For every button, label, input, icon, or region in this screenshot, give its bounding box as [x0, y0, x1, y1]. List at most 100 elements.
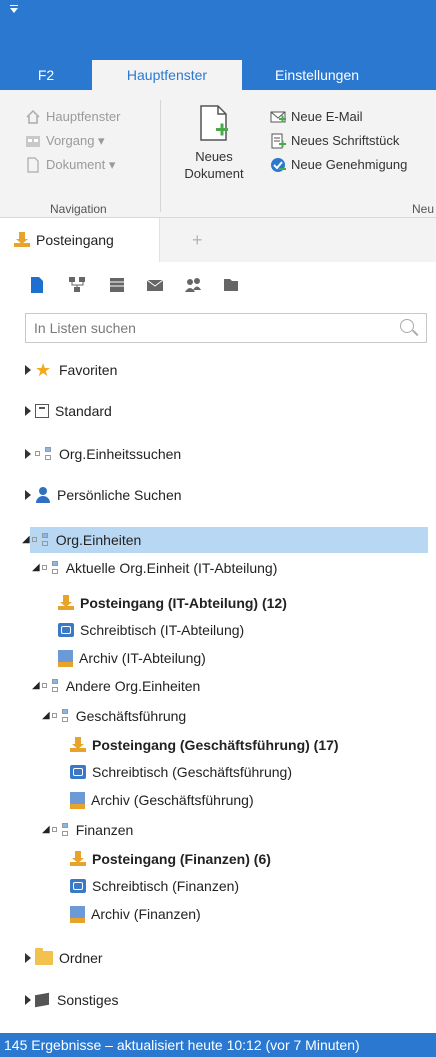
tab-posteingang-label: Posteingang [36, 232, 114, 248]
tab-posteingang[interactable]: Posteingang [0, 218, 160, 262]
tree-item-org-einheiten[interactable]: ◢ Org.Einheiten [22, 527, 141, 553]
tree-label: Org.Einheitssuchen [59, 446, 182, 462]
expand-arrow-icon[interactable] [25, 365, 31, 375]
tree-item-gf-schreibtisch[interactable]: Schreibtisch (Geschäftsführung) [70, 759, 292, 785]
tree-label: Geschäftsführung [75, 708, 187, 724]
inbox-icon [70, 851, 86, 867]
tree-item-ordner[interactable]: Ordner [25, 945, 103, 971]
tab-einstellungen[interactable]: Einstellungen [242, 60, 392, 90]
nav-vorgang-button[interactable]: Vorgang ▾ [25, 130, 105, 152]
nav-dokument-button[interactable]: Dokument ▾ [25, 154, 115, 176]
tree-item-fin-schreibtisch[interactable]: Schreibtisch (Finanzen) [70, 873, 239, 899]
quick-access-dropdown-icon[interactable] [10, 8, 18, 13]
tab-f2[interactable]: F2 [0, 60, 92, 90]
tree-label: Schreibtisch (IT-Abteilung) [80, 622, 245, 638]
tree-label: Finanzen [75, 822, 134, 838]
tree-item-gf-posteingang[interactable]: Posteingang (Geschäftsführung) (17) [70, 732, 339, 758]
tree-label: Schreibtisch (Geschäftsführung) [92, 764, 292, 780]
org-unit-icon [41, 679, 60, 693]
tree-item-gf-archiv[interactable]: Archiv (Geschäftsführung) [70, 787, 254, 813]
desk-icon [58, 623, 74, 637]
archive-icon [70, 905, 85, 923]
collapse-arrow-icon[interactable]: ◢ [32, 673, 40, 699]
tab-hauptfenster[interactable]: Hauptfenster [92, 60, 242, 90]
mail-filter-icon[interactable] [146, 276, 164, 294]
tree-item-standard[interactable]: Standard [25, 398, 112, 424]
new-approval-label: Neue Genehmigung [291, 157, 408, 172]
misc-icon [35, 992, 51, 1008]
expand-arrow-icon[interactable] [25, 953, 31, 963]
tree-item-fin-posteingang[interactable]: Posteingang (Finanzen) (6) [70, 846, 271, 872]
add-tab-button[interactable]: + [192, 230, 203, 251]
new-document-icon [199, 104, 229, 142]
new-approval-button[interactable]: Neue Genehmigung [270, 154, 407, 176]
document-icon [25, 157, 41, 173]
search-icon[interactable] [400, 319, 414, 333]
archive-icon [70, 791, 85, 809]
search-input[interactable] [26, 314, 386, 342]
new-document-button[interactable]: Neues Dokument [180, 100, 248, 182]
new-email-button[interactable]: Neue E-Mail [270, 106, 363, 128]
approval-icon [270, 157, 286, 173]
tree-label: Org.Einheiten [55, 532, 142, 548]
star-icon: ★ [35, 360, 52, 380]
tree-item-it-posteingang[interactable]: Posteingang (IT-Abteilung) (12) [58, 590, 287, 616]
expand-arrow-icon[interactable] [25, 449, 31, 459]
expand-arrow-icon[interactable] [25, 490, 31, 500]
folder-filter-icon[interactable] [222, 276, 240, 294]
tree-item-finanzen[interactable]: ◢ Finanzen [42, 817, 133, 843]
quick-access-line [10, 5, 18, 6]
nav-hauptfenster-button[interactable]: Hauptfenster [25, 106, 120, 128]
tree-label: Archiv (IT-Abteilung) [79, 650, 206, 666]
process-filter-icon[interactable] [68, 276, 86, 294]
tree-label: Ordner [59, 950, 103, 966]
status-bar: 145 Ergebnisse – aktualisiert heute 10:1… [0, 1033, 436, 1057]
navigation-group-label: Navigation [50, 202, 107, 216]
users-filter-icon[interactable] [184, 276, 202, 294]
archive-icon [58, 649, 73, 667]
new-letter-button[interactable]: Neues Schriftstück [270, 130, 399, 152]
list-toolbar [0, 262, 436, 306]
standard-icon [35, 404, 49, 418]
email-icon [270, 109, 286, 125]
collapse-arrow-icon[interactable]: ◢ [32, 555, 40, 581]
tree-item-it-schreibtisch[interactable]: Schreibtisch (IT-Abteilung) [58, 617, 244, 643]
tree-label: Andere Org.Einheiten [65, 678, 201, 694]
search-box [25, 313, 427, 343]
expand-arrow-icon[interactable] [25, 406, 31, 416]
new-letter-label: Neues Schriftstück [291, 133, 400, 148]
expand-arrow-icon[interactable] [25, 995, 31, 1005]
tree-item-favoriten[interactable]: ★ Favoriten [25, 357, 117, 383]
org-unit-icon [41, 561, 60, 575]
tree-item-fin-archiv[interactable]: Archiv (Finanzen) [70, 901, 201, 927]
tree-label: Aktuelle Org.Einheit (IT-Abteilung) [65, 560, 278, 576]
inbox-icon [58, 595, 74, 611]
title-bar: F2 Hauptfenster Einstellungen [0, 0, 436, 90]
folder-icon [35, 948, 53, 965]
org-unit-icon [31, 533, 50, 547]
tree-label: Archiv (Geschäftsführung) [91, 792, 254, 808]
inbox-icon [14, 232, 30, 248]
letter-icon [270, 133, 286, 149]
person-icon [35, 487, 51, 503]
tree-item-sonstiges[interactable]: Sonstiges [25, 987, 118, 1013]
org-unit-icon [51, 823, 70, 837]
ribbon-separator [160, 100, 161, 212]
tree-item-it-archiv[interactable]: Archiv (IT-Abteilung) [58, 645, 206, 671]
tree-item-aktuelle-org[interactable]: ◢ Aktuelle Org.Einheit (IT-Abteilung) [32, 555, 277, 581]
document-tab-strip: Posteingang + [0, 218, 436, 262]
tree-item-org-suchen[interactable]: Org.Einheitssuchen [25, 441, 181, 467]
list-view-icon[interactable] [108, 276, 126, 294]
ribbon: Hauptfenster Vorgang ▾ Dokument ▾ Naviga… [0, 90, 436, 218]
tree-item-persoenliche-suchen[interactable]: Persönliche Suchen [25, 482, 182, 508]
document-filter-icon[interactable] [28, 276, 46, 294]
tree-item-andere-org[interactable]: ◢ Andere Org.Einheiten [32, 673, 200, 699]
tree-label: Posteingang (Geschäftsführung) (17) [92, 737, 339, 753]
tree-label: Posteingang (IT-Abteilung) (12) [80, 595, 287, 611]
collapse-arrow-icon[interactable]: ◢ [42, 703, 50, 729]
collapse-arrow-icon[interactable]: ◢ [22, 527, 30, 553]
new-document-label-2: Dokument [184, 166, 244, 181]
tree-item-geschaeftsfuehrung[interactable]: ◢ Geschäftsführung [42, 703, 186, 729]
tree-label: Archiv (Finanzen) [91, 906, 201, 922]
collapse-arrow-icon[interactable]: ◢ [42, 817, 50, 843]
